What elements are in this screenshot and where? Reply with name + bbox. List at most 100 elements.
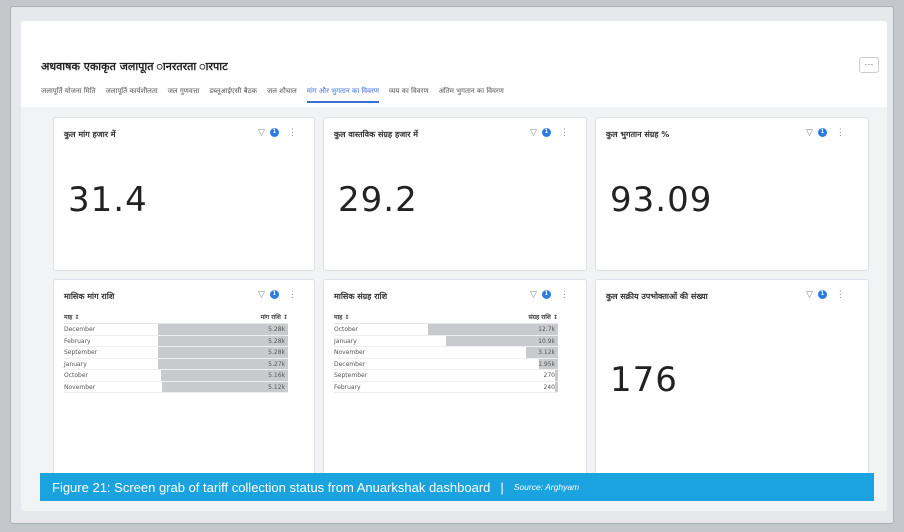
card-title: कुल मांग हजार में — [64, 130, 116, 139]
report-title: अधवाषक एकाकृत जलापूात ानरतरता ारपाट — [41, 60, 228, 73]
table-row: September 5.28k — [64, 347, 288, 359]
card-title: मासिक मांग राशि — [64, 292, 115, 301]
kebab-menu-icon[interactable]: ⋮ — [288, 289, 297, 300]
filter-count-badge: 1 — [541, 290, 551, 299]
card-tools: ▽ 1 ⋮ — [258, 127, 297, 138]
cell-month: December — [334, 360, 366, 368]
table-row: December 1.95k — [334, 358, 558, 370]
tab-water-quality[interactable]: जल गुणवत्ता — [168, 87, 200, 103]
card-title: कुल वास्तविक संग्रह हजार में — [334, 130, 419, 139]
column-header-month[interactable]: माह ↕ — [64, 312, 79, 323]
kebab-menu-icon[interactable]: ⋮ — [288, 127, 297, 138]
cell-value: 270 — [543, 372, 555, 379]
card-title: कुल सक्रीय उपभोक्ताओं की संख्या — [606, 292, 708, 301]
column-header-collection[interactable]: संग्रह राशि ↕ — [529, 312, 558, 323]
metric-value: 29.2 — [338, 180, 418, 220]
dashboard-header: अधवाषक एकाकृत जलापूात ानरतरता ारपाट ··· … — [21, 21, 887, 107]
kebab-menu-icon[interactable]: ⋮ — [560, 289, 569, 300]
cell-month: October — [334, 326, 359, 333]
cell-value: 240 — [543, 383, 555, 391]
tab-bar: जलापूर्ति योजना मिति जलापूर्ति कार्यशीलत… — [41, 87, 504, 103]
kebab-menu-icon[interactable]: ⋮ — [560, 127, 569, 138]
screenshot-frame: अधवाषक एकाकृत जलापूात ानरतरता ारपाट ··· … — [10, 6, 894, 524]
caption-separator: | — [500, 479, 504, 495]
cell-value: 5.28k — [268, 337, 285, 345]
filter-icon[interactable]: ▽ — [806, 289, 813, 300]
table-row: December 5.28k — [64, 324, 288, 336]
table-header: माह ↕ संग्रह राशि ↕ — [334, 312, 558, 324]
tab-expenditure[interactable]: व्यय का विवरण — [389, 87, 429, 103]
filter-count-badge: 1 — [269, 128, 279, 137]
card-tools: ▽ 1 ⋮ — [258, 289, 297, 300]
kebab-menu-icon[interactable]: ⋮ — [836, 127, 845, 138]
column-header-demand[interactable]: मांग राशि ↕ — [261, 312, 288, 323]
cell-value: 3.12k — [538, 349, 555, 356]
table-row: January 10.9k — [334, 335, 558, 347]
metric-value: 31.4 — [68, 180, 148, 220]
filter-count-badge: 1 — [817, 290, 827, 299]
table-row: October 5.16k — [64, 370, 288, 382]
filter-icon[interactable]: ▽ — [530, 289, 537, 300]
table-header: माह ↕ मांग राशि ↕ — [64, 312, 288, 324]
card-total-demand: कुल मांग हजार में ▽ 1 ⋮ 31.4 — [53, 117, 315, 271]
cell-month: February — [64, 337, 91, 345]
cell-value: 1.95k — [538, 360, 555, 368]
caption-source: Source: Arghyam — [513, 482, 580, 492]
more-options-button[interactable]: ··· — [859, 57, 879, 73]
cell-value: 10.9k — [538, 337, 555, 345]
table-row: October 12.7k — [334, 324, 558, 336]
card-title: मासिक संग्रह राशि — [334, 292, 388, 301]
table-row: November 5.12k — [64, 381, 288, 393]
filter-count-badge: 1 — [541, 128, 551, 137]
filter-icon[interactable]: ▽ — [806, 127, 813, 138]
monthly-demand-table: माह ↕ मांग राशि ↕ December 5.28k February 5… — [64, 312, 288, 393]
table-row: September 270 — [334, 370, 558, 382]
metric-value: 176 — [610, 360, 678, 400]
filter-count-badge: 1 — [817, 128, 827, 137]
column-header-month[interactable]: माह ↕ — [334, 312, 349, 323]
cell-month: February — [334, 383, 361, 391]
monthly-collection-table: माह ↕ संग्रह राशि ↕ October 12.7k January 1… — [334, 312, 558, 393]
cell-month: January — [64, 360, 87, 368]
card-tools: ▽ 1 ⋮ — [530, 127, 569, 138]
cell-month: November — [64, 383, 96, 391]
tab-sanitation[interactable]: जल शौचाल — [267, 87, 297, 103]
kebab-menu-icon[interactable]: ⋮ — [836, 289, 845, 300]
card-title: कुल भुगतान संग्रह % — [606, 130, 670, 139]
table-row: November 3.12k — [334, 347, 558, 359]
table-row: February 240 — [334, 381, 558, 393]
cell-month: October — [64, 372, 89, 379]
cell-month: September — [334, 372, 368, 379]
cell-value: 5.28k — [268, 326, 285, 333]
cell-month: September — [64, 349, 98, 356]
card-monthly-demand: मासिक मांग राशि ▽ 1 ⋮ माह ↕ मांग राशि ↕ … — [53, 279, 315, 479]
cell-value: 12.7k — [538, 326, 555, 333]
dashboard-frame: अधवाषक एकाकृत जलापूात ानरतरता ारपाट ··· … — [21, 21, 887, 511]
card-monthly-collection: मासिक संग्रह राशि ▽ 1 ⋮ माह ↕ संग्रह राश… — [323, 279, 587, 479]
card-tools: ▽ 1 ⋮ — [530, 289, 569, 300]
filter-icon[interactable]: ▽ — [530, 127, 537, 138]
cell-month: December — [64, 326, 96, 333]
tab-demand-payment[interactable]: मांग और भुगतान का विवरण — [306, 87, 379, 103]
table-row: February 5.28k — [64, 335, 288, 347]
card-payment-percentage: कुल भुगतान संग्रह % ▽ 1 ⋮ 93.09 — [595, 117, 869, 271]
tab-water-supply-committee[interactable]: जलापूर्ति योजना मिति — [41, 87, 96, 103]
cell-value: 5.12k — [268, 383, 285, 391]
cell-value: 5.28k — [268, 349, 285, 356]
cell-month: November — [334, 349, 366, 356]
card-tools: ▽ 1 ⋮ — [806, 127, 845, 138]
cell-month: January — [334, 337, 357, 345]
figure-caption: Figure 21: Screen grab of tariff collect… — [40, 473, 874, 501]
tab-water-supply-functionality[interactable]: जलापूर्ति कार्यशीलता — [106, 87, 158, 103]
table-row: January 5.27k — [64, 358, 288, 370]
card-tools: ▽ 1 ⋮ — [806, 289, 845, 300]
card-active-consumers: कुल सक्रीय उपभोक्ताओं की संख्या ▽ 1 ⋮ 17… — [595, 279, 869, 479]
card-total-collection: कुल वास्तविक संग्रह हजार में ▽ 1 ⋮ 29.2 — [323, 117, 587, 271]
tab-final-payment[interactable]: अंतिम भुगतान का विवरण — [439, 87, 504, 103]
tab-wisc-meeting[interactable]: डब्लूआईएसी बैठक — [209, 87, 257, 103]
filter-icon[interactable]: ▽ — [258, 127, 265, 138]
cell-value: 5.16k — [268, 372, 285, 379]
filter-count-badge: 1 — [269, 290, 279, 299]
filter-icon[interactable]: ▽ — [258, 289, 265, 300]
caption-text: Figure 21: Screen grab of tariff collect… — [52, 479, 491, 495]
